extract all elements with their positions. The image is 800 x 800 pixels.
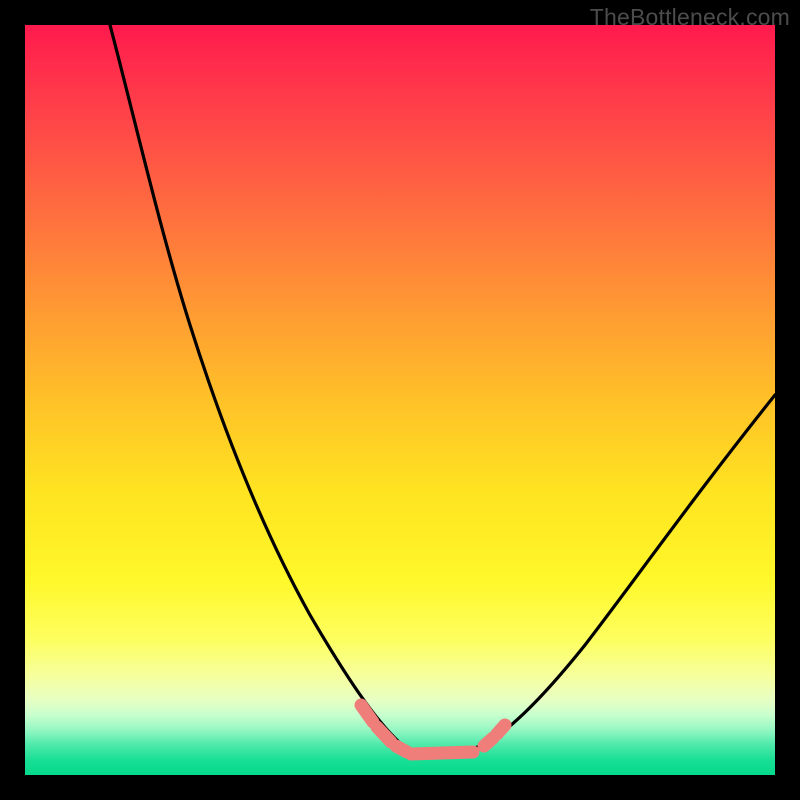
- curve-right: [430, 395, 775, 756]
- marker-band-left: [361, 705, 407, 752]
- plot-area: [25, 25, 775, 775]
- watermark-text: TheBottleneck.com: [590, 4, 790, 31]
- marker-band-right: [484, 725, 505, 746]
- chart-curves: [25, 25, 775, 775]
- curve-left: [110, 25, 430, 756]
- chart-stage: TheBottleneck.com: [0, 0, 800, 800]
- marker-band-bottom: [411, 752, 473, 754]
